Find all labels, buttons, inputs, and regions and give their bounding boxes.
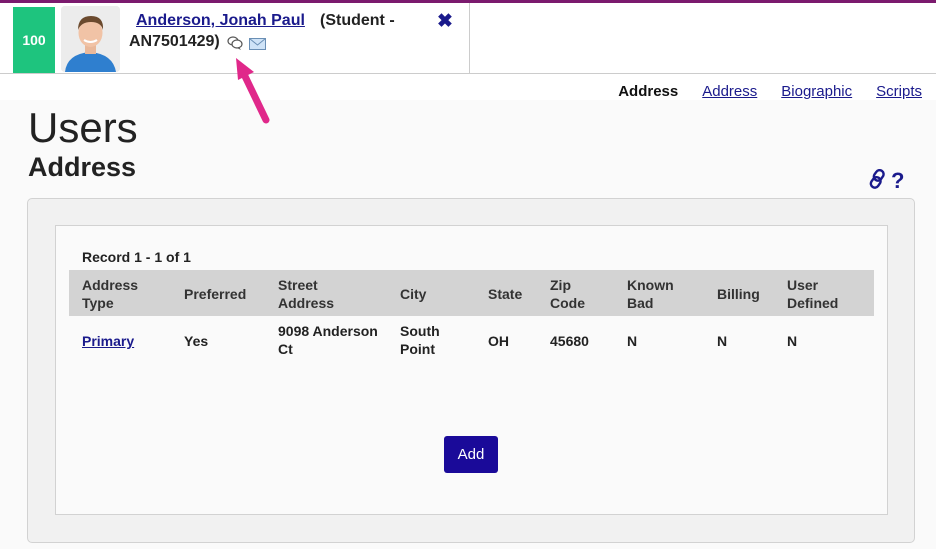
score-badge: 100 — [13, 7, 55, 73]
cell-street-address: 9098 Anderson Ct — [278, 323, 378, 357]
address-type-link[interactable]: Primary — [82, 332, 134, 350]
student-id: AN7501429) — [129, 33, 220, 50]
record-counter: Record 1 - 1 of 1 — [82, 249, 191, 265]
student-role: (Student - — [320, 12, 395, 29]
student-avatar — [61, 6, 120, 72]
tab-address-current: Address — [618, 83, 679, 100]
chat-icon[interactable] — [227, 36, 243, 55]
tab-scripts[interactable]: Scripts — [876, 83, 922, 100]
page-title: Users — [28, 104, 138, 151]
col-address-type: Address Type — [82, 277, 139, 311]
contact-icons — [227, 36, 266, 55]
cell-preferred: Yes — [184, 333, 209, 349]
table-header: Address Type Preferred Street Address Ci… — [69, 270, 874, 316]
email-icon[interactable] — [249, 37, 266, 55]
cell-user-defined: N — [787, 333, 798, 349]
cell-state: OH — [488, 333, 509, 349]
page-tools: ? — [869, 168, 904, 194]
add-button[interactable]: Add — [444, 436, 498, 473]
cell-known-bad: N — [627, 333, 638, 349]
col-street-address: Street Address — [278, 277, 335, 311]
sub-navigation: Address Address Biographic Scripts — [618, 83, 922, 100]
student-name-link[interactable]: Anderson, Jonah Paul — [136, 12, 305, 30]
col-user-defined: User Defined — [787, 277, 839, 311]
tab-address[interactable]: Address — [702, 83, 757, 100]
col-known-bad: Known Bad — [627, 277, 674, 311]
col-zip-code: Zip Code — [550, 277, 585, 311]
cell-city: South Point — [400, 323, 440, 357]
help-icon[interactable]: ? — [891, 168, 904, 194]
cell-zip-code: 45680 — [550, 333, 589, 349]
link-icon[interactable] — [869, 168, 887, 194]
close-icon[interactable]: ✖ — [437, 12, 453, 32]
col-city: City — [400, 286, 427, 302]
pointer-arrow — [236, 58, 270, 124]
col-state: State — [488, 286, 523, 302]
col-billing: Billing — [717, 286, 760, 302]
tab-biographic[interactable]: Biographic — [781, 83, 852, 100]
page-subtitle: Address — [28, 152, 137, 182]
cell-billing: N — [717, 333, 728, 349]
col-preferred: Preferred — [184, 286, 247, 302]
header-empty-area — [470, 3, 936, 74]
